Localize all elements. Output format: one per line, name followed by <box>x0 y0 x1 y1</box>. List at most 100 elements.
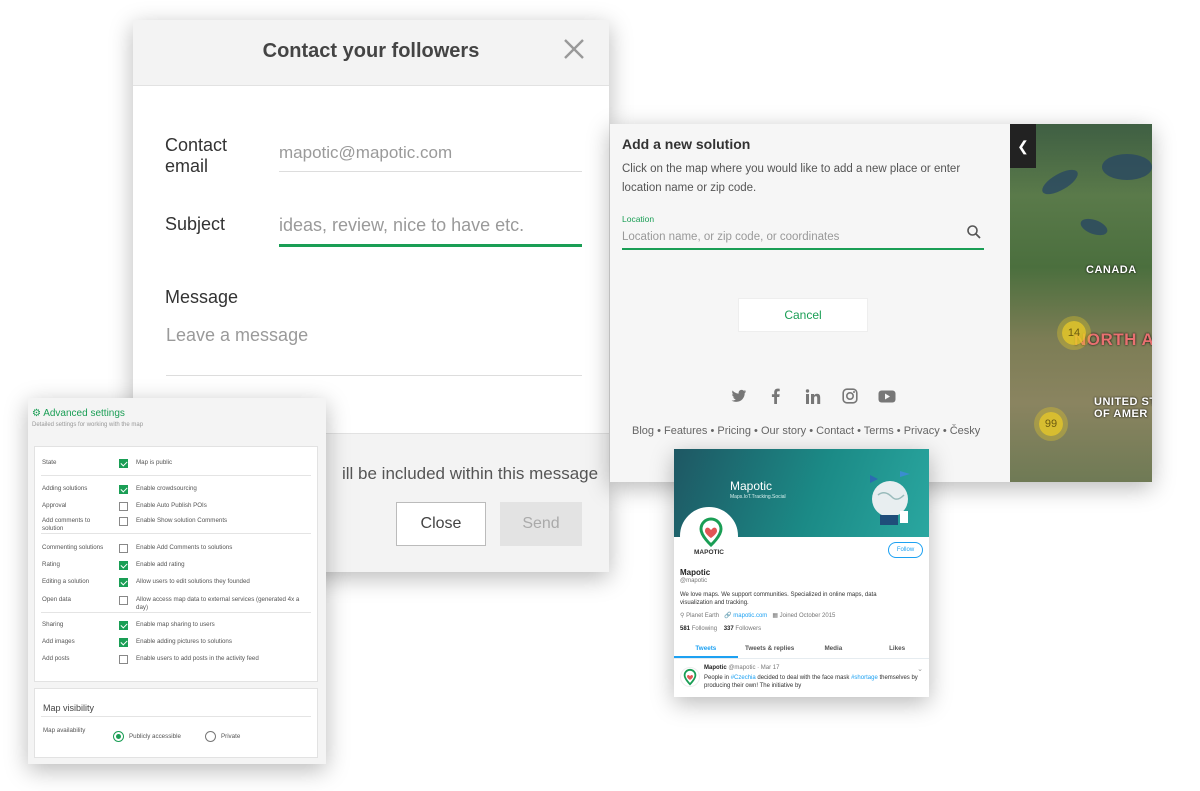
settings-checkbox[interactable] <box>119 517 128 526</box>
settings-row-key: State <box>42 459 57 466</box>
following-count[interactable]: 581 <box>680 626 690 632</box>
message-field[interactable]: Leave a message <box>166 325 582 376</box>
settings-checkbox[interactable] <box>119 638 128 647</box>
close-icon[interactable] <box>561 36 587 62</box>
advanced-settings-panel: ⚙ Advanced settings Detailed settings fo… <box>28 398 326 764</box>
divider <box>41 612 311 613</box>
mapotic-logo-icon <box>683 668 697 686</box>
email-label: Contact email <box>165 135 228 176</box>
settings-row-value: Enable map sharing to users <box>136 621 215 628</box>
settings-row-key: Add images <box>42 638 75 645</box>
tweet-text-part: People in <box>704 675 731 681</box>
settings-checkbox[interactable] <box>119 578 128 587</box>
radio-public[interactable] <box>113 731 124 742</box>
social-links <box>720 386 905 406</box>
footer-links[interactable]: Blog • Features • Pricing • Our story • … <box>632 425 980 437</box>
settings-checkbox[interactable] <box>119 459 128 468</box>
settings-row-key: Add posts <box>42 655 70 662</box>
calendar-icon: ▦ <box>772 613 778 619</box>
cancel-button[interactable]: Cancel <box>738 298 868 332</box>
instagram-icon[interactable] <box>831 386 868 406</box>
settings-checkbox[interactable] <box>119 596 128 605</box>
settings-title-text: Advanced settings <box>43 408 125 419</box>
location-label: Location <box>622 214 655 224</box>
settings-row-value: Allow access map data to external servic… <box>136 596 300 611</box>
map-label-us-1: UNITED ST <box>1094 396 1152 408</box>
banner-tagline: Maps.IoT.Tracking.Social <box>730 494 786 500</box>
settings-row-value: Enable Auto Publish POIs <box>136 502 207 509</box>
lake <box>1078 215 1110 239</box>
search-icon[interactable] <box>966 224 982 240</box>
dialog-title: Contact your followers <box>262 40 480 62</box>
subject-field[interactable]: ideas, review, nice to have etc. <box>279 215 582 247</box>
map-cluster[interactable]: 14 <box>1062 321 1086 345</box>
settings-checkbox[interactable] <box>119 561 128 570</box>
youtube-icon[interactable] <box>868 386 905 406</box>
settings-checkbox[interactable] <box>119 655 128 664</box>
map-cluster[interactable]: 99 <box>1039 412 1063 436</box>
email-field[interactable]: mapotic@mapotic.com <box>279 143 582 172</box>
tab-likes[interactable]: Likes <box>865 645 929 658</box>
twitter-profile-card: Mapotic Maps.IoT.Tracking.Social MAPOTIC… <box>674 449 929 697</box>
settings-row-value: Enable Add Comments to solutions <box>136 544 233 551</box>
settings-row-key: Approval <box>42 502 67 509</box>
hashtag-link[interactable]: #Czechia <box>731 675 756 681</box>
collapse-panel-button[interactable]: ❮ <box>1010 124 1036 168</box>
linkedin-icon[interactable] <box>794 386 831 406</box>
settings-row-key: Commenting solutions <box>42 544 104 551</box>
settings-row-key: Sharing <box>42 621 64 628</box>
settings-checkbox[interactable] <box>119 502 128 511</box>
twitter-icon[interactable] <box>720 386 757 406</box>
send-button[interactable]: Send <box>500 502 582 546</box>
settings-subtitle: Detailed settings for working with the m… <box>32 422 144 428</box>
visibility-title: Map visibility <box>43 703 95 713</box>
settings-row-value: Map is public <box>136 459 173 466</box>
settings-checkbox[interactable] <box>119 544 128 553</box>
tab-tweets-replies[interactable]: Tweets & replies <box>738 645 802 658</box>
message-label: Message <box>165 287 239 307</box>
panel-title: Add a new solution <box>622 136 751 152</box>
tweet-avatar[interactable] <box>680 667 700 687</box>
tab-media[interactable]: Media <box>802 645 866 658</box>
radio-private[interactable] <box>205 731 216 742</box>
settings-title: ⚙ Advanced settings <box>32 408 125 419</box>
add-solution-panel: Add a new solution Click on the map wher… <box>610 124 1152 482</box>
profile-tabs: Tweets Tweets & replies Media Likes <box>674 645 929 659</box>
mapotic-logo-icon <box>699 517 723 547</box>
map-visibility-section: Map visibility Map availability Publicly… <box>34 688 318 758</box>
map-label-canada: CANADA <box>1086 264 1137 276</box>
close-button[interactable]: Close <box>396 502 486 546</box>
radio-public-label: Publicly accessible <box>129 733 181 740</box>
settings-row-value: Enable users to add posts in the activit… <box>136 655 259 662</box>
profile-avatar[interactable]: MAPOTIC <box>680 507 738 565</box>
tweet-author: Mapotic <box>704 665 727 671</box>
divider <box>41 716 311 717</box>
link-icon: 🔗 <box>724 613 732 619</box>
profile-name: Mapotic <box>680 568 711 577</box>
map-view[interactable]: ❮ CANADA NORTH A UNITED ST OF AMER 14 99 <box>1010 124 1152 482</box>
facebook-icon[interactable] <box>757 386 794 406</box>
panel-description: Click on the map where you would like to… <box>622 163 961 194</box>
followers-count[interactable]: 337 <box>724 626 734 632</box>
tweet-text-part: decided to deal with the face mask <box>755 675 852 681</box>
dialog-header: Contact your followers <box>133 20 609 86</box>
globe-icon <box>870 471 910 525</box>
footer-note: ill be included within this message <box>342 464 599 483</box>
map-label-us-2: OF AMER <box>1094 408 1148 420</box>
settings-row-value: Enable adding pictures to solutions <box>136 638 232 645</box>
settings-list: State Map is public Adding solutions Enable… <box>34 446 318 682</box>
profile-location: Planet Earth <box>686 613 720 619</box>
settings-checkbox[interactable] <box>119 485 128 494</box>
hashtag-link[interactable]: #shortage <box>851 675 878 681</box>
profile-handle: @mapotic <box>680 578 708 584</box>
divider <box>41 475 311 476</box>
chevron-down-icon[interactable]: ⌄ <box>917 665 923 673</box>
availability-label: Map availability <box>43 727 86 734</box>
settings-checkbox[interactable] <box>119 621 128 630</box>
tab-tweets[interactable]: Tweets <box>674 645 738 658</box>
location-input[interactable]: Location name, or zip code, or coordinat… <box>622 228 984 250</box>
profile-joined: Joined October 2015 <box>779 613 836 619</box>
tweet-item[interactable]: Mapotic @mapotic · Mar 17 ⌄ People in #C… <box>674 663 929 697</box>
follow-button[interactable]: Follow <box>888 542 923 558</box>
profile-website[interactable]: mapotic.com <box>733 613 767 619</box>
